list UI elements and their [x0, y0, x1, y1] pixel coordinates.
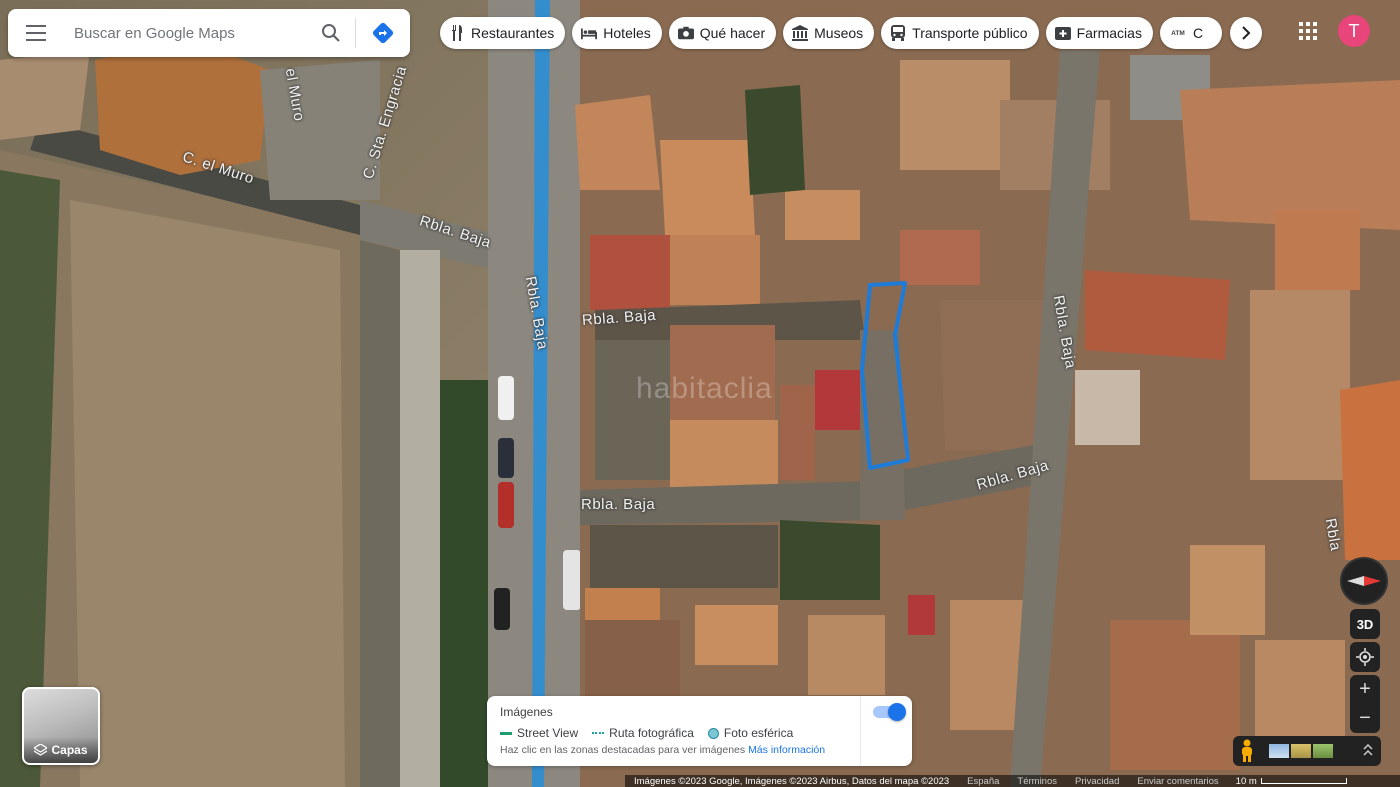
chip-label: Farmacias [1076, 25, 1142, 41]
more-info-link[interactable]: Más información [748, 744, 825, 756]
chip-label: Qué hacer [699, 25, 766, 41]
attribution-bar: Imágenes ©2023 Google, Imágenes ©2023 Ai… [625, 775, 1400, 787]
chip-museums[interactable]: Museos [783, 17, 875, 49]
photosphere-dot-icon [707, 727, 719, 739]
hamburger-icon [26, 25, 46, 41]
zoom-in-button[interactable]: + [1350, 675, 1380, 704]
bus-icon [890, 25, 906, 41]
toggle-knob [888, 703, 906, 721]
layers-button[interactable]: Capas [22, 687, 100, 765]
chip-hotels[interactable]: Hoteles [572, 17, 662, 49]
imagery-panel: Imágenes Street View Ruta fotográfica Fo… [487, 696, 912, 766]
directions-icon [372, 22, 394, 44]
legend-label: Foto esférica [723, 726, 794, 740]
imagery-toggle[interactable] [873, 703, 906, 721]
chip-pharmacies[interactable]: Farmacias [1045, 17, 1153, 49]
chip-label: Restaurantes [471, 25, 555, 41]
terms-link[interactable]: Términos [1008, 776, 1066, 787]
thumbnail[interactable] [1269, 744, 1289, 758]
location-target-icon [1356, 648, 1374, 666]
google-apps-button[interactable] [1294, 17, 1322, 45]
imagery-legend: Street View Ruta fotográfica Foto esféri… [500, 726, 793, 740]
legend-street-view: Street View [500, 726, 578, 740]
scale-label: 10 m [1235, 775, 1257, 787]
chip-label: Transporte público [912, 25, 1028, 41]
watermark: habitaclia [636, 372, 773, 405]
search-box [8, 9, 410, 57]
legend-label: Street View [517, 726, 579, 740]
legend-photosphere: Foto esférica [707, 726, 794, 740]
scale-bar[interactable]: 10 m [1228, 776, 1347, 787]
museum-icon [792, 25, 809, 41]
line-swatch-icon [500, 731, 512, 735]
atm-icon: ATM [1171, 29, 1185, 37]
country-link[interactable]: España [958, 776, 1008, 787]
compass-needle-icon [1347, 576, 1381, 586]
zoom-out-button[interactable]: − [1350, 704, 1380, 733]
chip-label: Museos [814, 25, 864, 41]
layers-label: Capas [51, 743, 88, 757]
chip-restaurants[interactable]: Restaurantes [440, 17, 566, 49]
layers-label-row: Capas [24, 737, 98, 763]
imagery-thumbnails [1269, 744, 1333, 758]
search-input[interactable] [64, 9, 307, 57]
expand-icon[interactable] [1363, 743, 1373, 759]
my-location-button[interactable] [1350, 642, 1380, 672]
imagery-title: Imágenes [500, 705, 553, 719]
chip-things-to-do[interactable]: Qué hacer [668, 17, 777, 49]
scale-line [1260, 778, 1347, 784]
legend-photo-route: Ruta fotográfica [592, 726, 694, 740]
chevron-right-icon [1242, 26, 1251, 40]
3d-button[interactable]: 3D [1350, 609, 1380, 639]
street-view-controls [1233, 736, 1381, 766]
directions-button[interactable] [356, 9, 410, 57]
satellite-map[interactable]: C. el Muro C. Sta. Engracia Rbla. Baja R… [0, 0, 1400, 787]
search-icon [322, 24, 340, 42]
hotel-bed-icon [581, 25, 598, 41]
imagery-attribution: Imágenes ©2023 Google, Imágenes ©2023 Ai… [634, 775, 950, 787]
thumbnail[interactable] [1291, 744, 1311, 758]
divider [860, 696, 861, 766]
legend-label: Ruta fotográfica [609, 726, 694, 740]
chip-label: C [1192, 25, 1204, 41]
compass-button[interactable] [1340, 557, 1388, 605]
zoom-controls: + − [1350, 675, 1380, 733]
layers-icon [34, 743, 48, 756]
menu-button[interactable] [8, 9, 64, 57]
chip-atm[interactable]: ATM C [1159, 17, 1222, 49]
street-label: Rbla. Baja [581, 496, 656, 513]
account-avatar[interactable]: T [1338, 15, 1370, 47]
thumbnail[interactable] [1313, 744, 1333, 758]
restaurant-icon [449, 25, 465, 41]
pharmacy-icon [1054, 25, 1071, 41]
feedback-link[interactable]: Enviar comentarios [1128, 776, 1227, 787]
pegman-icon [1242, 739, 1252, 762]
chip-label: Hoteles [603, 25, 651, 41]
dotted-line-icon [592, 731, 605, 735]
category-chips: Restaurantes Hoteles Qué hacer Museos Tr… [440, 17, 1222, 49]
imagery-help: Haz clic en las zonas destacadas para ve… [500, 744, 825, 756]
camera-icon [677, 25, 694, 41]
chip-public-transport[interactable]: Transporte público [881, 17, 1039, 49]
pegman-button[interactable] [1233, 736, 1261, 766]
help-text: Haz clic en las zonas destacadas para ve… [500, 744, 746, 756]
chips-next-button[interactable] [1230, 17, 1262, 49]
privacy-link[interactable]: Privacidad [1066, 776, 1128, 787]
search-button[interactable] [307, 9, 355, 57]
apps-grid-icon [1299, 22, 1317, 40]
